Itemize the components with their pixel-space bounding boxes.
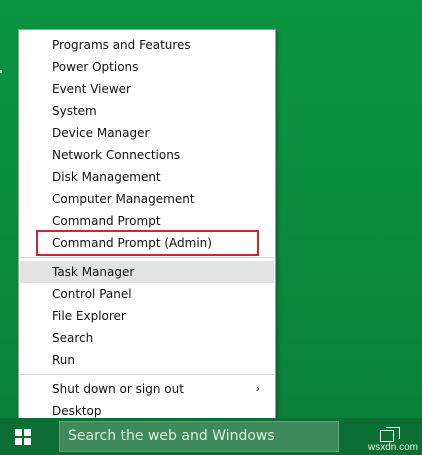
taskbar-search-box[interactable]: Search the web and Windows [59, 421, 339, 452]
menu-item-power-options[interactable]: Power Options [20, 56, 274, 78]
menu-item-search[interactable]: Search [20, 327, 274, 349]
menu-item-device-manager[interactable]: Device Manager [20, 122, 274, 144]
menu-item-event-viewer[interactable]: Event Viewer [20, 78, 274, 100]
menu-item-shut-down-or-sign-out[interactable]: Shut down or sign out › [20, 378, 274, 400]
windows-logo-icon[interactable] [15, 429, 31, 445]
menu-item-system[interactable]: System [20, 100, 274, 122]
menu-item-run[interactable]: Run [20, 349, 274, 371]
menu-item-control-panel[interactable]: Control Panel [20, 283, 274, 305]
menu-separator [20, 257, 274, 258]
menu-item-label: Shut down or sign out [52, 382, 184, 396]
menu-item-programs-and-features[interactable]: Programs and Features [20, 34, 274, 56]
menu-item-network-connections[interactable]: Network Connections [20, 144, 274, 166]
winx-context-menu: Programs and Features Power Options Even… [18, 29, 276, 427]
chevron-right-icon: › [255, 382, 260, 395]
watermark: wsxdn.com [367, 442, 418, 453]
menu-item-disk-management[interactable]: Disk Management [20, 166, 274, 188]
menu-separator [20, 374, 274, 375]
menu-item-computer-management[interactable]: Computer Management [20, 188, 274, 210]
menu-item-command-prompt[interactable]: Command Prompt [20, 210, 274, 232]
menu-item-task-manager[interactable]: Task Manager [20, 261, 274, 283]
menu-item-file-explorer[interactable]: File Explorer [20, 305, 274, 327]
desktop-edge-mark [0, 70, 2, 73]
menu-item-command-prompt-admin[interactable]: Command Prompt (Admin) [36, 230, 259, 256]
taskbar: Search the web and Windows wsxdn.com [0, 418, 422, 455]
